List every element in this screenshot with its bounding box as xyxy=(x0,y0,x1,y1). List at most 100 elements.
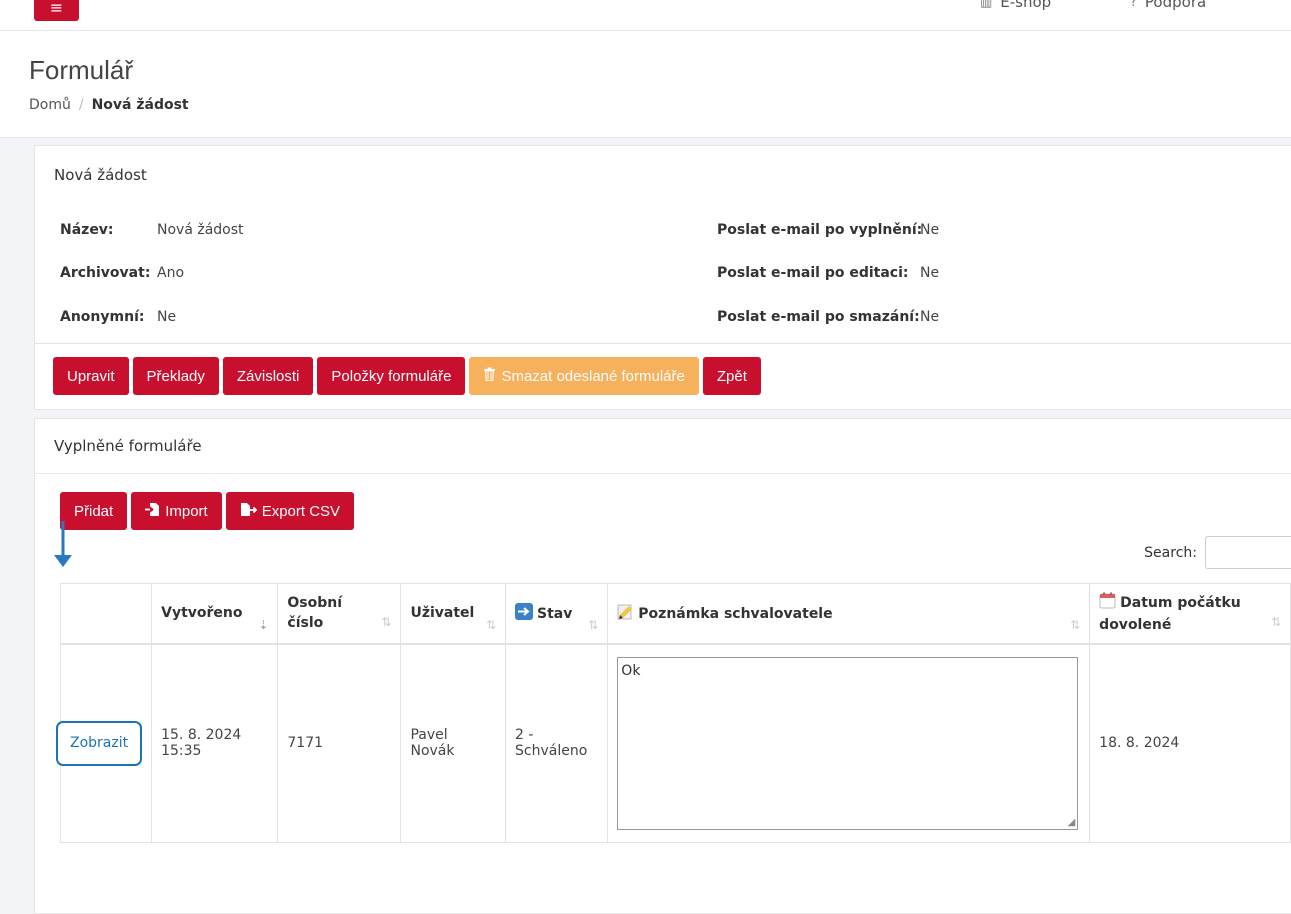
search-label: Search: xyxy=(1144,544,1197,561)
page-header: Formulář Domů / Nová žádost xyxy=(0,31,1291,138)
edit-button[interactable]: Upravit xyxy=(53,357,129,395)
table-search: Search: xyxy=(1144,536,1291,569)
info-anon: Anonymní: xyxy=(60,309,144,325)
delete-submitted-button-label: Smazat odeslané formuláře xyxy=(501,367,685,385)
export-icon xyxy=(240,502,257,521)
annotation-arrow-icon xyxy=(54,521,72,567)
column-header-vacation-start-label: Datum počátku dovolené xyxy=(1099,594,1241,633)
info-anon-value: Ne xyxy=(157,309,177,325)
sort-icon: ⇅ xyxy=(1270,614,1281,629)
forms-divider xyxy=(35,473,1291,474)
menu-toggle-button[interactable]: ≡ xyxy=(34,0,79,21)
column-header-user[interactable]: Uživatel ⇅ xyxy=(400,583,507,645)
dependencies-button[interactable]: Závislosti xyxy=(222,357,314,395)
info-divider xyxy=(35,343,1291,344)
info-name: Název: xyxy=(60,222,114,238)
column-header-approver-note[interactable]: Poznámka schvalovatele ⇅ xyxy=(607,583,1091,645)
delete-submitted-button[interactable]: Smazat odeslané formuláře xyxy=(469,357,699,395)
breadcrumb-current: Nová žádost xyxy=(91,97,189,113)
memo-icon xyxy=(617,603,634,624)
filled-forms-table: Vytvořeno ⇣ Osobní číslo ⇅ Uživatel ⇅ St… xyxy=(56,583,1291,843)
column-header-approver-note-label: Poznámka schvalovatele xyxy=(638,605,833,622)
form-items-button-label: Položky formuláře xyxy=(331,367,452,385)
info-name-value: Nová žádost xyxy=(157,222,244,238)
status-text: Schváleno xyxy=(515,743,588,760)
search-input[interactable] xyxy=(1205,536,1291,569)
column-header-personal-number[interactable]: Osobní číslo ⇅ xyxy=(277,583,402,645)
breadcrumb-home[interactable]: Domů xyxy=(29,97,71,113)
support-label: Podpora xyxy=(1144,0,1207,11)
resize-handle-icon[interactable]: ◢ xyxy=(1068,817,1076,828)
info-email-fill-value-wrap: Ne xyxy=(920,222,939,238)
column-header-status[interactable]: Stav ⇅ xyxy=(505,583,609,645)
breadcrumb: Domů / Nová žádost xyxy=(29,97,189,113)
info-email-edit-value: Ne xyxy=(920,265,940,281)
arrow-right-icon xyxy=(515,602,534,624)
dependencies-button-label: Závislosti xyxy=(236,367,300,385)
info-email-fill-value: Ne xyxy=(920,222,940,238)
column-header-vacation-start[interactable]: Datum počátku dovolené ⇅ xyxy=(1089,583,1291,645)
info-email-fill: Poslat e-mail po vyplnění: xyxy=(717,222,922,238)
info-email-edit-label: Poslat e-mail po editaci: xyxy=(717,265,909,281)
info-name-label: Název: xyxy=(60,222,114,238)
form-actions: Upravit Překlady Závislosti Položky form… xyxy=(53,357,761,395)
info-email-fill-label: Poslat e-mail po vyplnění: xyxy=(717,222,923,238)
view-button[interactable]: Zobrazit xyxy=(56,720,143,766)
info-name-value-wrap: Nová žádost xyxy=(157,222,244,238)
form-items-button[interactable]: Položky formuláře xyxy=(317,357,466,395)
support-link[interactable]: ? Podpora xyxy=(1130,0,1206,11)
forms-panel-title: Vyplněné formuláře xyxy=(54,437,202,455)
page-title: Formulář xyxy=(29,55,134,85)
export-csv-button[interactable]: Export CSV xyxy=(225,492,355,530)
form-info-panel: Nová žádost Název: Nová žádost Archivova… xyxy=(34,145,1291,410)
forms-toolbar: Přidat Import Export CSV xyxy=(60,492,355,530)
column-header-actions xyxy=(59,583,153,645)
main-content: Nová žádost Název: Nová žádost Archivova… xyxy=(34,145,1291,914)
info-anon-label: Anonymní: xyxy=(60,309,145,325)
info-archive-label: Archivovat: xyxy=(60,265,151,281)
import-button-label: Import xyxy=(165,502,208,520)
cell-actions: Zobrazit xyxy=(56,643,153,843)
cell-user: Pavel Novák xyxy=(400,643,507,843)
translations-button[interactable]: Překlady xyxy=(132,357,219,395)
created-time: 15:35 xyxy=(161,743,202,760)
info-archive-value-wrap: Ano xyxy=(157,265,184,281)
help-icon: ? xyxy=(1130,0,1137,10)
sort-desc-icon: ⇣ xyxy=(258,617,269,632)
breadcrumb-separator: / xyxy=(78,97,84,113)
basket-icon: ▥ xyxy=(980,0,993,10)
table-header-row: Vytvořeno ⇣ Osobní číslo ⇅ Uživatel ⇅ St… xyxy=(59,583,1291,645)
status-code: 2 - xyxy=(515,727,534,744)
eshop-link[interactable]: ▥ E-shop xyxy=(980,0,1051,11)
translations-button-label: Překlady xyxy=(146,367,205,385)
info-anon-value-wrap: Ne xyxy=(157,309,176,325)
sort-icon: ⇅ xyxy=(1070,617,1081,632)
back-button[interactable]: Zpět xyxy=(702,357,761,395)
created-date: 15. 8. 2024 xyxy=(161,727,242,744)
export-csv-button-label: Export CSV xyxy=(261,502,341,520)
user-name: Pavel Novák xyxy=(410,727,455,760)
info-email-edit-value-wrap: Ne xyxy=(920,265,939,281)
sort-icon: ⇅ xyxy=(381,614,392,629)
personal-number: 7171 xyxy=(287,735,324,752)
panel-gap xyxy=(34,410,1291,418)
column-header-personal-number-label: Osobní číslo xyxy=(287,595,343,632)
trash-icon xyxy=(483,367,496,385)
edit-button-label: Upravit xyxy=(67,367,115,385)
info-archive-value: Ano xyxy=(157,265,185,281)
info-panel-title: Nová žádost xyxy=(54,166,147,184)
column-header-created-label: Vytvořeno xyxy=(161,605,243,622)
import-button[interactable]: Import xyxy=(131,492,222,530)
hamburger-icon: ≡ xyxy=(49,0,64,17)
table-row: Zobrazit 15. 8. 2024 15:35 7171 Pavel No… xyxy=(56,643,1291,843)
vacation-start-date: 18. 8. 2024 xyxy=(1099,735,1180,752)
column-header-status-label: Stav xyxy=(537,605,573,622)
add-button-label: Přidat xyxy=(74,502,114,520)
column-header-created[interactable]: Vytvořeno ⇣ xyxy=(151,583,279,645)
cell-status: 2 - Schváleno xyxy=(505,643,609,843)
filled-forms-panel: Vyplněné formuláře Přidat Import Export … xyxy=(34,418,1291,914)
column-header-user-label: Uživatel xyxy=(410,605,475,622)
approver-note-textarea[interactable]: Ok ◢ xyxy=(617,656,1079,830)
cell-created: 15. 8. 2024 15:35 xyxy=(151,643,279,843)
top-navbar: ≡ ▥ E-shop ? Podpora xyxy=(0,0,1291,31)
